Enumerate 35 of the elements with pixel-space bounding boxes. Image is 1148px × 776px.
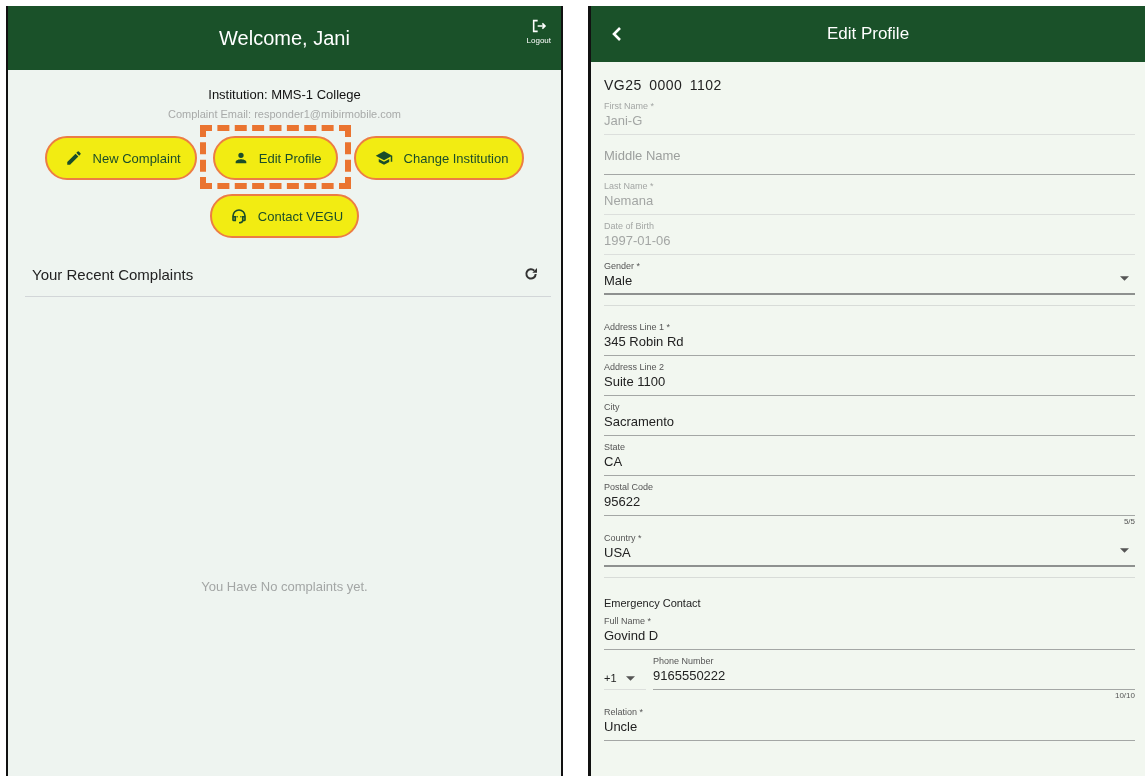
country-code-dropdown[interactable]: +1 <box>604 672 646 690</box>
input-field[interactable]: Full Name * Govind D <box>604 610 1135 650</box>
dropdown-caret-icon <box>625 675 635 681</box>
institution-name: Institution: MMS-1 College <box>207 87 362 102</box>
action-button[interactable]: New Complaint <box>44 136 197 180</box>
action-button[interactable]: Contact VEGU <box>209 194 360 238</box>
input-field[interactable]: Address Line 2 Suite 1100 <box>604 356 1135 396</box>
dropdown-field[interactable]: Country * USA <box>604 527 1135 567</box>
input-field[interactable]: Relation * Uncle <box>604 701 1135 741</box>
input-field[interactable]: Phone Number 9165550222 <box>653 650 1135 690</box>
input-field[interactable]: Postal Code 95622 <box>604 476 1135 516</box>
pencil-icon <box>64 149 83 167</box>
logout-icon <box>530 18 547 34</box>
complaint-email: Complaint Email: responder1@mibirmobile.com <box>166 108 403 120</box>
input-field[interactable]: City Sacramento <box>604 396 1135 436</box>
input-field[interactable]: State CA <box>604 436 1135 476</box>
dropdown-field[interactable]: Gender * Male <box>604 255 1135 295</box>
graduation-cap-icon <box>373 149 394 167</box>
action-button[interactable]: Change Institution <box>353 136 525 180</box>
header-title: Welcome, Jani <box>219 26 350 50</box>
header-title: Edit Profile <box>826 24 910 44</box>
action-button[interactable]: Edit Profile <box>212 136 338 180</box>
section-heading: Emergency Contact <box>604 596 702 610</box>
character-counter: 10/10 <box>1113 691 1135 701</box>
back-button[interactable] <box>611 26 623 42</box>
refresh-icon[interactable] <box>523 266 539 282</box>
section-title: Your Recent Complaints <box>32 265 194 283</box>
dropdown-caret-icon <box>1120 548 1129 553</box>
input-field[interactable]: Address Line 1 * 345 Robin Rd <box>604 316 1135 356</box>
logout-button[interactable]: Logout <box>526 18 551 45</box>
character-counter: 5/5 <box>1122 517 1135 527</box>
dropdown-caret-icon <box>1120 276 1129 281</box>
member-id: VG25 0000 1102 <box>604 76 723 95</box>
headset-icon <box>229 207 248 225</box>
empty-message: You Have No complaints yet. <box>200 579 369 594</box>
